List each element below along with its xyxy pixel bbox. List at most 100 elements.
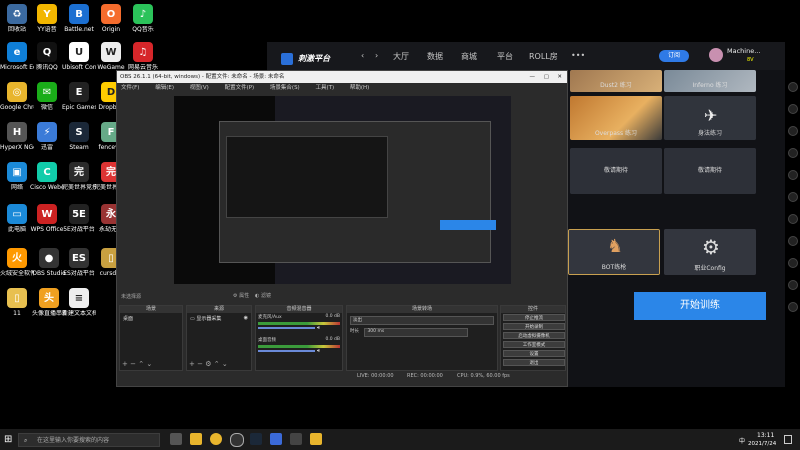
side-icon[interactable] [788,214,798,224]
virtual-camera-button[interactable]: 启动虚拟摄像机 [503,332,565,339]
scene-item[interactable]: 桌面 [120,313,182,324]
forward-icon[interactable]: › [375,51,378,60]
menu-file[interactable]: 文件(F) [121,85,139,91]
studio-mode-button[interactable]: 工作室模式 [503,341,565,348]
close-icon[interactable]: ✕ [557,71,562,83]
add-icon[interactable]: + [189,360,195,368]
card-dust2[interactable]: Dust2 练习 [570,70,662,92]
desktop-icon[interactable]: Q 腾讯QQ [30,42,64,71]
transition-select[interactable]: 淡出 [350,316,494,325]
app-icon[interactable] [310,433,322,445]
stop-streaming-button[interactable]: 停止推流 [503,314,565,321]
desktop-icon[interactable]: H HyperX NGenuity [0,122,34,151]
up-icon[interactable]: ⌃ [138,360,144,368]
desktop-icon[interactable]: U Ubisoft Connect [62,42,96,71]
down-icon[interactable]: ⌄ [222,360,228,368]
side-icon[interactable] [788,302,798,312]
add-icon[interactable]: + [122,360,128,368]
desktop-icon[interactable]: ⚡ 迅雷 [30,122,64,151]
desktop-icon[interactable]: B Battle.net [62,4,96,33]
remove-icon[interactable]: − [197,360,203,368]
back-icon[interactable]: ‹ [361,51,364,60]
card-pro-config[interactable]: ⚙ 职业Config [664,229,756,275]
pw-nav-lobby[interactable]: 大厅 [393,51,409,62]
pw-nav-platform[interactable]: 平台 [497,51,513,62]
mic-slider[interactable] [258,327,316,329]
card-overpass[interactable]: Overpass 练习 [570,96,662,140]
card-movement[interactable]: ✈ 身法练习 [664,96,756,140]
side-icon[interactable] [788,148,798,158]
menu-tools[interactable]: 工具(T) [315,85,334,91]
start-recording-button[interactable]: 开始录制 [503,323,565,330]
desktop-icon[interactable]: e Microsoft Edge [0,42,34,71]
desktop-icon[interactable]: ♫ 网易云音乐 [126,42,160,71]
menu-help[interactable]: 帮助(H) [350,85,369,91]
side-icon[interactable] [788,170,798,180]
source-item[interactable]: ▭ 显示器采集 ◉ [187,313,251,324]
side-icon[interactable] [788,104,798,114]
desktop-icon[interactable]: O Origin [94,4,128,33]
desktop-icon[interactable]: 火火绒安全软件 [0,248,34,277]
down-icon[interactable]: ⌄ [146,360,152,368]
obs-icon[interactable] [230,433,244,447]
desktop-icon[interactable]: ▭ 此电脑 [0,204,34,233]
taskbar-search[interactable]: ⌕ 在这里输入你要搜索的内容 [18,433,160,447]
start-training-button[interactable]: 开始训练 [634,292,766,320]
obs-preview[interactable] [174,96,511,284]
card-inferno[interactable]: Inferno 练习 [664,70,756,92]
desktop-audio-slider[interactable] [258,350,316,352]
side-icon[interactable] [788,280,798,290]
speaker-icon[interactable]: 🔊︎ [317,348,320,354]
ime-indicator[interactable]: 中 [739,436,745,445]
menu-view[interactable]: 视图(V) [190,85,209,91]
side-icon[interactable] [788,126,798,136]
clock-date[interactable]: 2021/7/24 [748,441,776,447]
pw-nav-shop[interactable]: 商城 [461,51,477,62]
desktop-icon[interactable]: ≡ 新建文本文档.txt [62,288,96,317]
properties-button[interactable]: ⚙ 属性 [233,292,249,299]
explorer-icon[interactable] [190,433,202,445]
desktop-icon[interactable]: W WPS Office [30,204,64,233]
start-button[interactable]: ⊞ [4,434,12,445]
chrome-icon[interactable] [210,433,222,445]
menu-edit[interactable]: 编辑(E) [155,85,174,91]
side-icon[interactable] [788,192,798,202]
desktop-icon[interactable]: ▣ 网络 [0,162,34,191]
avatar[interactable] [709,48,723,62]
minimize-icon[interactable]: — [530,71,536,83]
card-bot-aim[interactable]: ♞ BOT练枪 [568,229,660,275]
maximize-icon[interactable]: ▢ [544,71,549,83]
settings-icon[interactable]: ⚙ [205,360,211,368]
desktop-icon[interactable]: ◎ Google Chrome [0,82,34,111]
side-icon[interactable] [788,82,798,92]
desktop-icon[interactable]: S Steam [62,122,96,151]
desktop-icon[interactable]: 头头像直播串流 [32,288,66,317]
menu-profile[interactable]: 配置文件(P) [225,85,255,91]
desktop-icon[interactable]: 完完美世界竞技平台 [62,162,96,191]
duration-input[interactable]: 300 ms [364,328,469,337]
pw-nav-data[interactable]: 数据 [427,51,443,62]
filters-button[interactable]: ◐ 滤镜 [255,292,271,299]
pw-logo[interactable]: 刺激平台 [281,48,333,65]
desktop-icon[interactable]: E Epic Games Launcher [62,82,96,111]
desktop-icon[interactable]: ES ES对战平台 [62,248,96,277]
steam-icon[interactable] [250,433,262,445]
up-icon[interactable]: ⌃ [214,360,220,368]
speaker-icon[interactable]: 🔊︎ [317,325,320,331]
desktop-icon[interactable]: W WeGame [94,42,128,71]
clock-time[interactable]: 13:11 [757,432,774,439]
app-icon[interactable] [270,433,282,445]
desktop-icon[interactable]: Y YY语音 [30,4,64,33]
task-view-icon[interactable] [170,433,182,445]
menu-scene-collection[interactable]: 场景集合(S) [270,85,300,91]
desktop-icon[interactable]: 5E 5E对战平台 [62,204,96,233]
desktop-icon[interactable]: ♻ 回收站 [0,4,34,33]
pw-nav-more[interactable]: ••• [571,51,585,60]
side-icon[interactable] [788,258,798,268]
settings-button[interactable]: 设置 [503,350,565,357]
eye-icon[interactable]: ◉ [244,315,248,321]
desktop-icon[interactable]: ● OBS Studio [32,248,66,277]
vip-badge[interactable]: 订阅 [659,50,689,62]
side-icon[interactable] [788,236,798,246]
desktop-icon[interactable]: ♪ QQ音乐 [126,4,160,33]
